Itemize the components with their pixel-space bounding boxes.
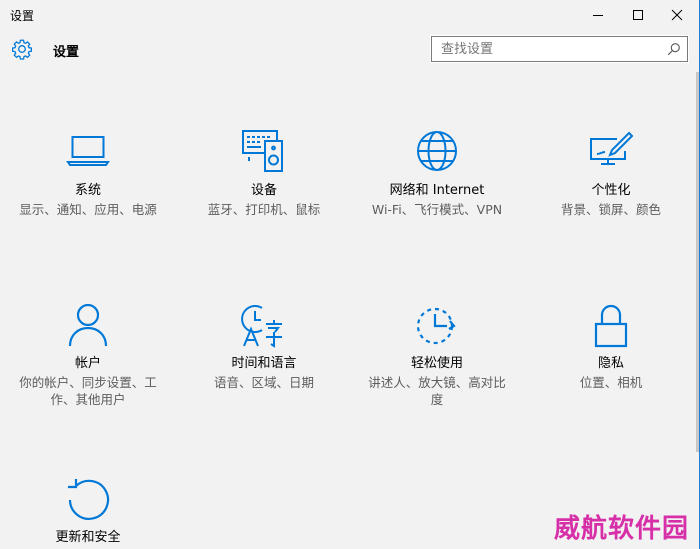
tile-description: 位置、相机 xyxy=(579,375,643,390)
tile-description: 你的帐户、同步设置、工作、其他用户 xyxy=(19,375,157,407)
scrollbar[interactable] xyxy=(695,70,699,549)
tile-name: 系统 xyxy=(74,183,101,198)
tile-update-security[interactable]: 更新和安全 xyxy=(8,476,168,546)
settings-window: 设置 设置 查找设置 系统 显示、通知、应用、电源 设备 蓝牙、打印机、鼠标 网… xyxy=(0,0,700,549)
tile-name: 网络和 Internet xyxy=(389,183,485,198)
tile-accounts[interactable]: 帐户 你的帐户、同步设置、工作、其他用户 xyxy=(8,302,168,408)
devices-icon xyxy=(242,130,283,172)
ease-of-access-icon xyxy=(416,307,456,345)
tile-name: 设备 xyxy=(250,183,277,198)
tile-ease-of-access[interactable]: 轻松使用 讲述人、放大镜、高对比度 xyxy=(357,302,517,408)
tile-description: 语音、区域、日期 xyxy=(213,375,314,390)
minimize-icon xyxy=(593,15,603,16)
maximize-icon xyxy=(633,10,643,20)
laptop-icon xyxy=(66,136,110,166)
time-language-icon xyxy=(241,305,282,348)
personalization-icon xyxy=(590,131,634,165)
tile-name: 帐户 xyxy=(74,356,101,371)
lock-icon xyxy=(594,304,628,348)
page-title: 设置 xyxy=(53,45,80,60)
search-input[interactable] xyxy=(432,37,662,61)
search-box[interactable] xyxy=(430,35,689,63)
tile-name: 更新和安全 xyxy=(55,530,121,545)
tile-description: 讲述人、放大镜、高对比度 xyxy=(368,375,506,407)
watermark: 威航软件园 xyxy=(554,514,690,544)
tile-devices[interactable]: 设备 蓝牙、打印机、鼠标 xyxy=(184,129,344,218)
close-button[interactable] xyxy=(654,0,699,30)
tile-privacy[interactable]: 隐私 位置、相机 xyxy=(531,302,691,391)
tile-personalization[interactable]: 个性化 背景、锁屏、颜色 xyxy=(531,129,691,218)
tile-name: 隐私 xyxy=(597,356,624,371)
close-icon xyxy=(671,9,683,21)
title-bar[interactable]: 设置 xyxy=(0,0,699,30)
tile-name: 轻松使用 xyxy=(410,356,463,371)
tile-description: 显示、通知、应用、电源 xyxy=(19,202,157,217)
tile-system[interactable]: 系统 显示、通知、应用、电源 xyxy=(8,129,168,218)
globe-icon xyxy=(417,131,457,171)
tile-name: 个性化 xyxy=(591,183,631,198)
person-icon xyxy=(68,303,108,347)
tile-description: 蓝牙、打印机、鼠标 xyxy=(207,202,321,217)
tile-time-language[interactable]: 时间和语言 语音、区域、日期 xyxy=(184,302,344,391)
tile-name: 时间和语言 xyxy=(231,356,297,371)
gear-icon xyxy=(12,39,32,60)
tile-description: 背景、锁屏、颜色 xyxy=(560,202,661,217)
update-icon xyxy=(68,479,110,520)
window-title: 设置 xyxy=(10,9,35,23)
scrollbar-thumb[interactable] xyxy=(696,72,699,452)
tile-description: Wi-Fi、飞行模式、VPN xyxy=(371,202,503,217)
search-icon[interactable] xyxy=(667,42,681,56)
tile-network[interactable]: 网络和 Internet Wi-Fi、飞行模式、VPN xyxy=(357,129,517,218)
